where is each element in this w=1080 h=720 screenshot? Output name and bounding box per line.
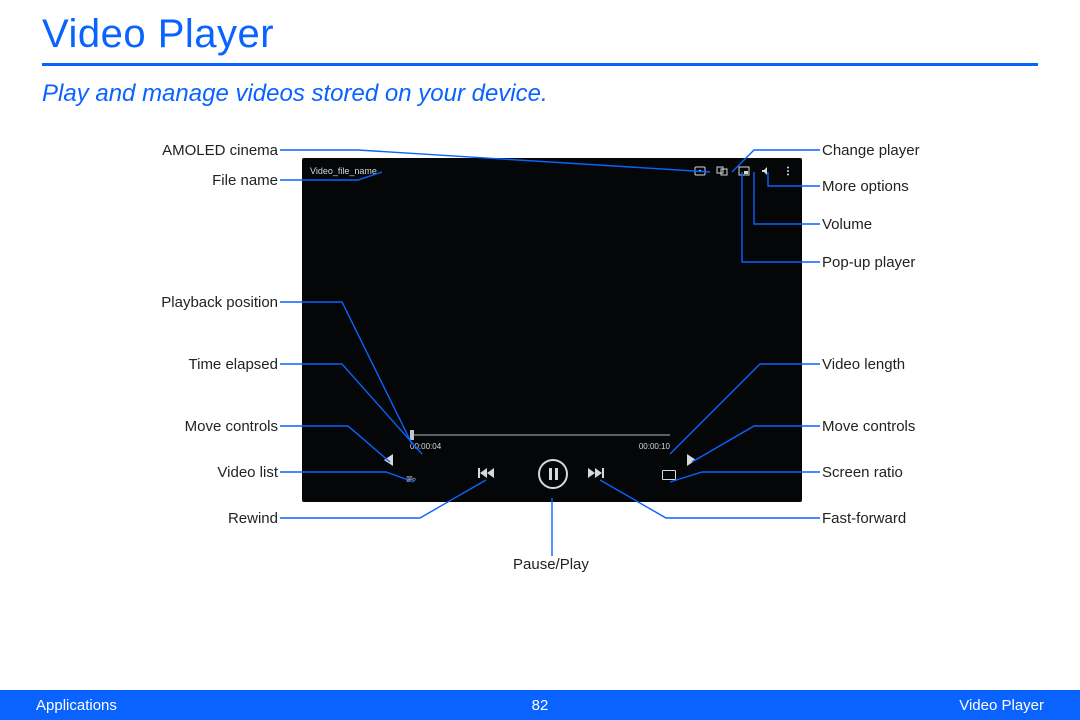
pause-play-icon[interactable]: [538, 459, 568, 489]
more-options-icon[interactable]: [782, 165, 794, 177]
amoled-cinema-icon[interactable]: [694, 165, 706, 177]
rewind-icon[interactable]: [478, 468, 494, 478]
time-total: 00:00:10: [639, 442, 670, 451]
player-controlbar: 00:00:04 00:00:10 ≡◦: [302, 434, 802, 494]
label-playback-position: Playback position: [161, 294, 278, 311]
label-amoled-cinema: AMOLED cinema: [162, 142, 278, 159]
label-more-options: More options: [822, 178, 909, 195]
label-fast-forward: Fast-forward: [822, 510, 906, 527]
page-title: Video Player: [42, 12, 1038, 57]
label-time-elapsed: Time elapsed: [189, 356, 279, 373]
label-video-list: Video list: [217, 464, 278, 481]
footer-left: Applications: [36, 697, 117, 714]
page-footer: Applications 82 Video Player: [0, 690, 1080, 720]
video-player-mock: Video_file_name 00:00:04 00:00:10 ≡◦: [302, 158, 802, 502]
label-change-player: Change player: [822, 142, 920, 159]
label-screen-ratio: Screen ratio: [822, 464, 903, 481]
callout-diagram: Video_file_name 00:00:04 00:00:10 ≡◦: [42, 130, 1038, 650]
move-controls-left-icon[interactable]: [384, 454, 393, 466]
volume-icon[interactable]: [760, 165, 772, 177]
label-pause-play: Pause/Play: [513, 556, 589, 573]
popup-player-icon[interactable]: [738, 165, 750, 177]
progress-thumb[interactable]: [410, 430, 414, 440]
move-controls-right-icon[interactable]: [687, 454, 696, 466]
footer-right: Video Player: [959, 697, 1044, 714]
topbar-icons: [694, 165, 794, 177]
change-player-icon[interactable]: [716, 165, 728, 177]
progress-track[interactable]: [410, 434, 670, 436]
footer-page: 82: [532, 697, 549, 714]
screen-ratio-icon[interactable]: [662, 470, 676, 480]
title-rule: [42, 63, 1038, 66]
fast-forward-icon[interactable]: [588, 468, 604, 478]
label-volume: Volume: [822, 216, 872, 233]
video-list-icon[interactable]: ≡◦: [406, 472, 415, 486]
file-name-text: Video_file_name: [310, 166, 377, 176]
label-file-name: File name: [212, 172, 278, 189]
label-rewind: Rewind: [228, 510, 278, 527]
time-elapsed: 00:00:04: [410, 442, 441, 451]
label-video-length: Video length: [822, 356, 905, 373]
player-topbar: Video_file_name: [302, 158, 802, 184]
page-subtitle: Play and manage videos stored on your de…: [42, 80, 1038, 108]
label-move-controls-l: Move controls: [185, 418, 278, 435]
label-move-controls-r: Move controls: [822, 418, 915, 435]
label-popup-player: Pop-up player: [822, 254, 915, 271]
